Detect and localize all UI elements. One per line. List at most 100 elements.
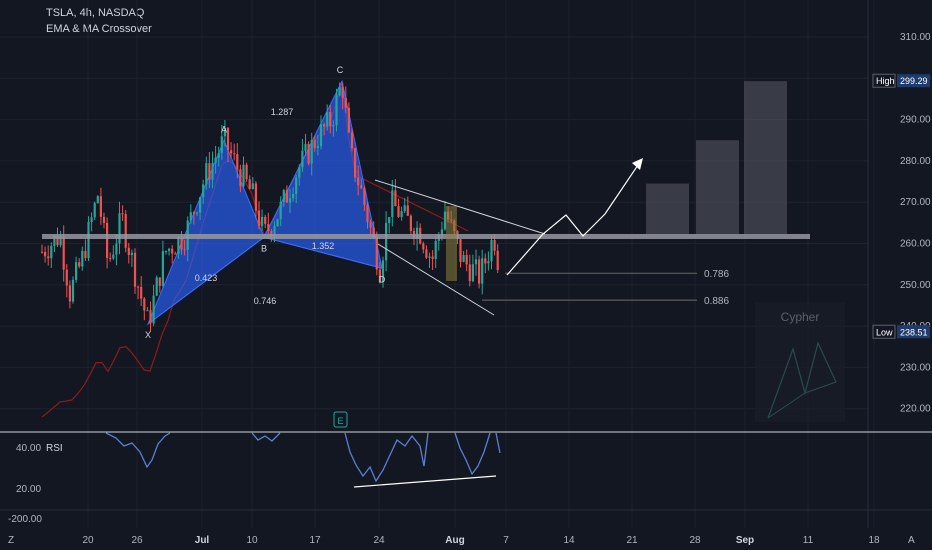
candle — [397, 206, 400, 218]
candle — [459, 239, 462, 262]
candle — [62, 236, 65, 270]
candle — [443, 211, 447, 230]
candle — [403, 205, 406, 212]
candle — [137, 286, 140, 288]
candle — [115, 243, 118, 255]
candle — [90, 217, 93, 223]
projection-arrowhead — [632, 158, 643, 170]
candle — [220, 136, 223, 154]
candle — [164, 251, 168, 253]
candle — [288, 198, 292, 203]
time-tick-label: Jul — [195, 535, 210, 546]
price-chart[interactable]: 0.786 0.886 Cypher E X A B C D 1.287 0.423 1.352 0.… — [0, 0, 932, 550]
fib-label: 0.886 — [704, 296, 729, 307]
candle — [490, 240, 493, 262]
candle — [335, 95, 338, 126]
rsi-label: RSI — [46, 443, 63, 454]
high-label: High — [876, 76, 895, 86]
candle — [155, 277, 158, 296]
candle — [140, 286, 143, 299]
ma-line — [41, 81, 469, 418]
candle — [341, 87, 344, 98]
grid — [0, 0, 875, 528]
candle — [109, 257, 112, 259]
timezone-icon[interactable]: Z — [8, 535, 14, 546]
candle — [462, 254, 465, 262]
price-tick-label: 270.00 — [900, 197, 931, 208]
time-tick-label: 7 — [503, 535, 509, 546]
candle — [285, 190, 288, 203]
candle — [375, 237, 378, 270]
candle — [487, 261, 490, 264]
candle — [242, 164, 245, 187]
candle — [304, 143, 307, 151]
candle — [468, 264, 471, 282]
moving-average — [41, 81, 469, 418]
candle — [366, 204, 369, 223]
candle — [298, 167, 301, 178]
time-tick-label: 26 — [131, 535, 143, 546]
candle — [208, 163, 211, 180]
rsi-tick-label: -200.00 — [8, 514, 42, 525]
candle — [161, 251, 164, 286]
candle — [158, 277, 161, 286]
candle — [332, 125, 335, 127]
ratio-label: 0.746 — [254, 296, 277, 306]
candle — [133, 252, 137, 287]
candle — [310, 140, 313, 164]
auto-scale-icon[interactable]: A — [908, 535, 915, 546]
time-tick-label: Sep — [736, 535, 754, 546]
price-axis: 310.00300.00290.00280.00270.00260.00250.… — [867, 0, 931, 528]
projection-path — [506, 161, 641, 276]
candle — [102, 216, 106, 223]
candle — [350, 132, 354, 149]
candle — [199, 197, 202, 213]
candle — [118, 213, 121, 244]
low-value: 238.51 — [900, 327, 928, 337]
candle — [248, 179, 251, 190]
candle — [149, 310, 152, 324]
candle — [217, 153, 220, 158]
candle — [40, 251, 44, 253]
candle — [264, 216, 267, 224]
low-label: Low — [876, 327, 893, 337]
candle — [276, 219, 279, 227]
candle — [394, 190, 397, 207]
candle — [112, 254, 115, 259]
candle — [316, 146, 319, 148]
ratio-label: 0.423 — [195, 273, 218, 283]
rsi-line — [105, 432, 171, 469]
candle — [465, 254, 468, 265]
candle — [478, 259, 481, 284]
candle — [65, 269, 68, 286]
candle — [75, 262, 78, 280]
candle — [481, 258, 484, 284]
candle — [239, 169, 242, 187]
wedge-top — [374, 179, 546, 235]
candle — [233, 153, 236, 155]
event-marker-label: E — [337, 416, 343, 426]
candle — [354, 148, 357, 178]
candle — [307, 143, 310, 164]
candle — [360, 185, 363, 189]
candle — [363, 188, 366, 205]
candle — [292, 194, 295, 199]
rsi-line — [251, 432, 281, 442]
candle — [400, 211, 403, 218]
candle — [391, 190, 394, 218]
candle — [168, 248, 171, 252]
rsi-line — [344, 432, 429, 483]
candle — [434, 240, 437, 259]
candle — [130, 252, 133, 256]
candle — [171, 248, 174, 254]
candle — [71, 279, 75, 302]
candle — [84, 250, 87, 259]
candle — [143, 298, 146, 311]
candle — [406, 205, 409, 216]
candle — [192, 212, 195, 214]
candle — [211, 162, 214, 180]
candle — [313, 140, 316, 148]
candle — [254, 183, 257, 211]
price-tick-label: 280.00 — [900, 156, 931, 167]
rsi-line — [495, 432, 501, 454]
